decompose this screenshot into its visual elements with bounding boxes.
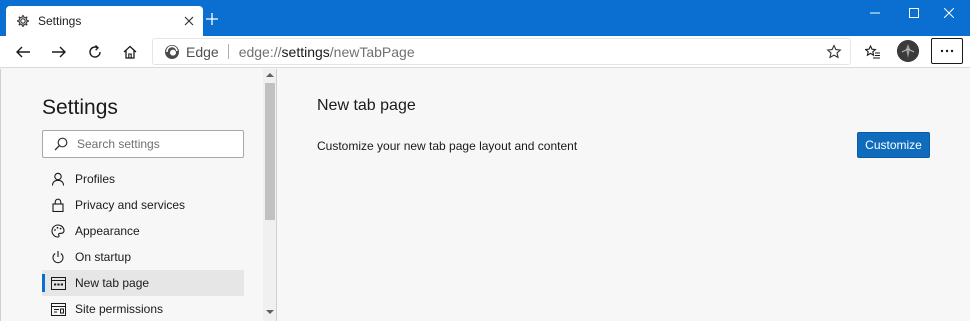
favorite-star-icon[interactable] (826, 44, 842, 60)
search-input[interactable] (77, 137, 237, 151)
edge-logo-icon (165, 44, 179, 59)
favorites-button[interactable] (859, 38, 887, 66)
browser-toolbar: Edge edge://settings/newTabPage (0, 36, 970, 68)
back-button[interactable] (9, 38, 37, 66)
address-bar[interactable]: Edge edge://settings/newTabPage (152, 38, 851, 65)
new-tab-button[interactable] (202, 9, 222, 29)
scroll-up-icon (266, 73, 274, 77)
window-close-button[interactable] (926, 0, 970, 26)
profile-avatar[interactable] (897, 40, 919, 62)
back-arrow-icon (16, 46, 30, 58)
customize-button[interactable]: Customize (857, 132, 930, 158)
gear-icon (15, 13, 31, 29)
forward-arrow-icon (52, 46, 66, 58)
sidebar-item-label: On startup (75, 250, 132, 264)
power-icon (50, 249, 66, 265)
search-icon (54, 137, 68, 151)
sidebar-title: Settings (42, 96, 118, 119)
favorites-list-icon (865, 44, 880, 59)
settings-sidebar: Settings Profiles Privacy and services A… (0, 69, 277, 321)
customize-description: Customize your new tab page layout and c… (317, 139, 578, 153)
ellipsis-icon (940, 49, 954, 53)
sidebar-item-label: Profiles (75, 172, 116, 186)
scrollbar-thumb[interactable] (265, 83, 275, 220)
lock-icon (50, 197, 66, 213)
close-icon[interactable] (181, 13, 197, 29)
sidebar-item-label: Appearance (75, 224, 140, 238)
address-separator (227, 44, 229, 59)
scroll-down-icon (266, 310, 274, 314)
url-text: edge://settings/newTabPage (238, 43, 415, 60)
sidebar-item-site-permissions[interactable]: Site permissions (42, 296, 244, 321)
page-title: New tab page (317, 97, 416, 114)
forward-button[interactable] (45, 38, 73, 66)
palette-icon (50, 223, 66, 239)
sidebar-divider (276, 69, 277, 321)
newtab-icon (50, 275, 66, 291)
sidebar-item-appearance[interactable]: Appearance (42, 218, 244, 244)
avatar-icon (897, 40, 919, 62)
refresh-icon (89, 44, 101, 58)
more-options-button[interactable] (931, 38, 963, 64)
home-button[interactable] (116, 38, 144, 66)
title-bar: Settings (0, 0, 970, 36)
sidebar-item-profiles[interactable]: Profiles (42, 166, 244, 192)
sidebar-item-label: Site permissions (75, 302, 164, 316)
sidebar-item-privacy[interactable]: Privacy and services (42, 192, 244, 218)
sidebar-item-label: Privacy and services (75, 198, 186, 212)
sidebar-scrollbar[interactable] (263, 69, 277, 321)
sidebar-item-label: New tab page (75, 276, 150, 290)
home-icon (123, 45, 137, 59)
sidebar-item-new-tab-page[interactable]: New tab page (42, 270, 244, 296)
settings-tab[interactable]: Settings (6, 6, 203, 36)
site-identity-label: Edge (186, 43, 219, 60)
site-permissions-icon (50, 301, 66, 317)
search-box[interactable] (42, 130, 244, 158)
sidebar-item-on-startup[interactable]: On startup (42, 244, 244, 270)
person-icon (50, 171, 66, 187)
plus-icon (206, 13, 218, 25)
tab-title: Settings (38, 14, 82, 28)
refresh-button[interactable] (81, 38, 109, 66)
